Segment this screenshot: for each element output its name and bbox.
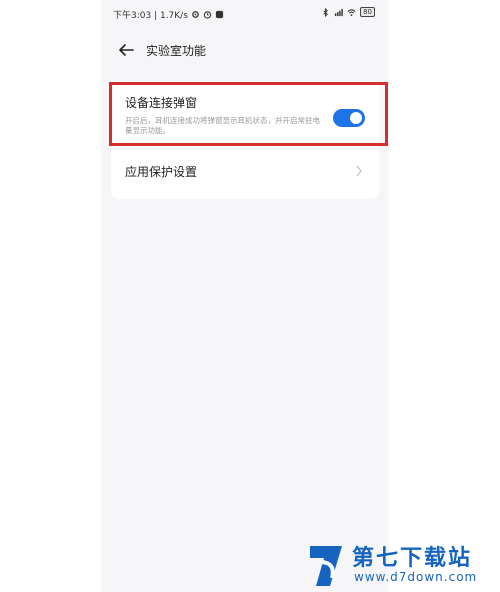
highlight-box	[109, 82, 388, 146]
page-title: 实验室功能	[146, 44, 207, 58]
status-bar: 下午3:03 | 1.7K/s 80	[101, 0, 389, 28]
alarm-icon	[203, 11, 212, 19]
notification-icon	[215, 10, 224, 19]
status-right: 80	[321, 7, 375, 17]
title-bar: 实验室功能	[101, 38, 389, 64]
bluetooth-icon	[323, 7, 329, 17]
signal-icon	[334, 8, 343, 16]
chevron-right-icon	[356, 165, 362, 177]
watermark-url: www.d7down.com	[354, 570, 478, 584]
app-protect-label: 应用保护设置	[125, 165, 198, 179]
status-left: 下午3:03 | 1.7K/s	[113, 8, 224, 21]
battery-indicator: 80	[360, 7, 375, 17]
settings-icon	[192, 11, 199, 18]
status-time-speed: 下午3:03 | 1.7K/s	[113, 11, 188, 21]
watermark: 第七下载站 www.d7down.com	[300, 538, 496, 592]
watermark-logo	[310, 546, 342, 586]
watermark-name: 第七下载站	[352, 546, 473, 571]
back-arrow-icon[interactable]	[117, 43, 135, 57]
app-protect-row[interactable]: 应用保护设置	[111, 147, 379, 195]
wifi-icon	[347, 8, 356, 16]
